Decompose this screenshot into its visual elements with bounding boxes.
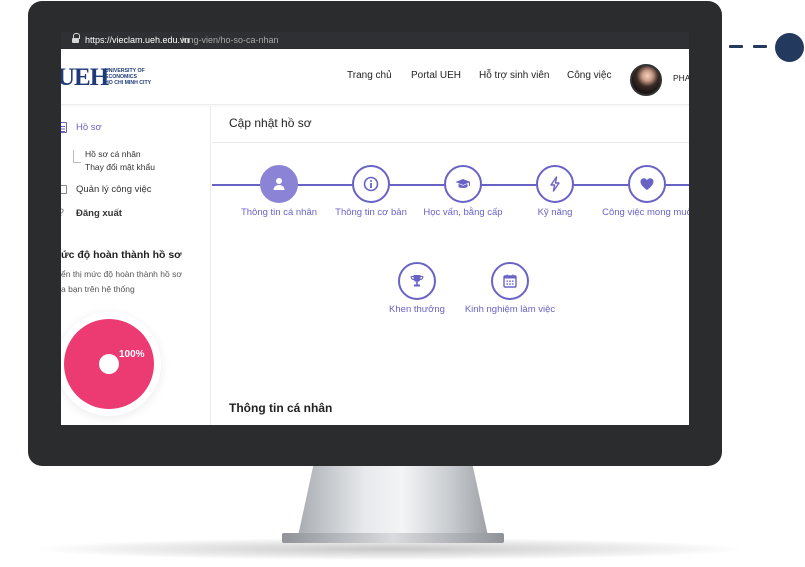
step-circle <box>536 165 574 203</box>
completion-ring-hole <box>99 354 119 374</box>
nav-ho-tro-sinh-vien[interactable]: Hỗ trợ sinh viên <box>479 70 549 81</box>
section-title: Thông tin cá nhân <box>229 401 333 415</box>
completion-ring: 100% <box>64 319 154 409</box>
user-avatar[interactable] <box>630 64 662 96</box>
url-path: /ung-vien/ho-so-ca-nhan <box>181 35 279 45</box>
completion-description: a bạn trên hệ thống <box>61 284 135 294</box>
step-circle <box>491 262 529 300</box>
step-label: Công việc mong muố <box>602 207 689 218</box>
nav-cong-viec[interactable]: Công việc <box>567 70 611 81</box>
lightning-icon <box>550 176 560 192</box>
completion-heading: ức độ hoàn thành hồ sơ <box>61 249 182 261</box>
sidebar-item-ho-so[interactable]: Hồ sơ <box>76 122 102 133</box>
sidebar-item-dang-xuat[interactable]: Đăng xuất <box>76 208 122 219</box>
main-content: Cập nhật hồ sơ Thông tin cá nhân Thông t… <box>212 106 689 425</box>
monitor-base <box>282 533 504 543</box>
step-label: Kinh nghiệm làm việc <box>464 304 556 315</box>
step-circle <box>444 165 482 203</box>
decor-dash <box>729 45 743 48</box>
address-bar[interactable]: https://vieclam.ueh.edu.vn /ung-vien/ho-… <box>61 32 689 48</box>
decor-dash <box>753 45 767 48</box>
step-circle <box>260 165 298 203</box>
step-circle <box>352 165 390 203</box>
lock-icon <box>72 33 80 44</box>
url-host: https://vieclam.ueh.edu.vn <box>85 35 190 45</box>
step-circle <box>628 165 666 203</box>
completion-percent: 100% <box>119 349 145 360</box>
logo-text: UNIVERSITY OF ECONOMICS HO CHI MINH CITY <box>105 68 152 87</box>
logo-mark: UEH <box>61 64 109 91</box>
title-divider <box>212 142 689 143</box>
sidebar: Hồ sơ Hồ sơ cá nhân Thay đổi mật khẩu Qu… <box>61 106 211 425</box>
heart-icon <box>640 178 654 190</box>
submenu-line <box>73 150 81 163</box>
page-title: Cập nhật hồ sơ <box>229 116 312 130</box>
nav-trang-chu[interactable]: Trang chủ <box>347 70 392 81</box>
monitor-stand <box>298 466 488 536</box>
trophy-icon <box>410 275 424 287</box>
sidebar-item-ho-so-ca-nhan[interactable]: Hồ sơ cá nhân <box>85 149 141 159</box>
completion-chart: 100% <box>61 312 161 416</box>
graduation-cap-icon <box>455 179 471 188</box>
info-icon <box>363 176 379 192</box>
logout-icon: ? <box>61 208 68 219</box>
decor-circle <box>775 33 804 62</box>
stage: https://vieclam.ueh.edu.vn /ung-vien/ho-… <box>0 0 805 567</box>
sidebar-item-thay-doi-mat-khau[interactable]: Thay đổi mật khẩu <box>85 162 155 172</box>
briefcase-icon <box>61 185 67 194</box>
document-icon <box>61 122 67 133</box>
person-icon <box>273 178 285 190</box>
web-page: UEH UNIVERSITY OF ECONOMICS HO CHI MINH … <box>61 49 689 425</box>
nav-portal-ueh[interactable]: Portal UEH <box>411 70 461 81</box>
step-circle <box>398 262 436 300</box>
completion-description: ển thị mức độ hoàn thành hồ sơ <box>61 269 182 279</box>
sidebar-item-quan-ly-cong-viec[interactable]: Quản lý công việc <box>76 184 152 195</box>
top-navbar: UEH UNIVERSITY OF ECONOMICS HO CHI MINH … <box>61 49 689 105</box>
calendar-icon <box>503 274 517 288</box>
user-name[interactable]: PHA <box>673 73 689 83</box>
